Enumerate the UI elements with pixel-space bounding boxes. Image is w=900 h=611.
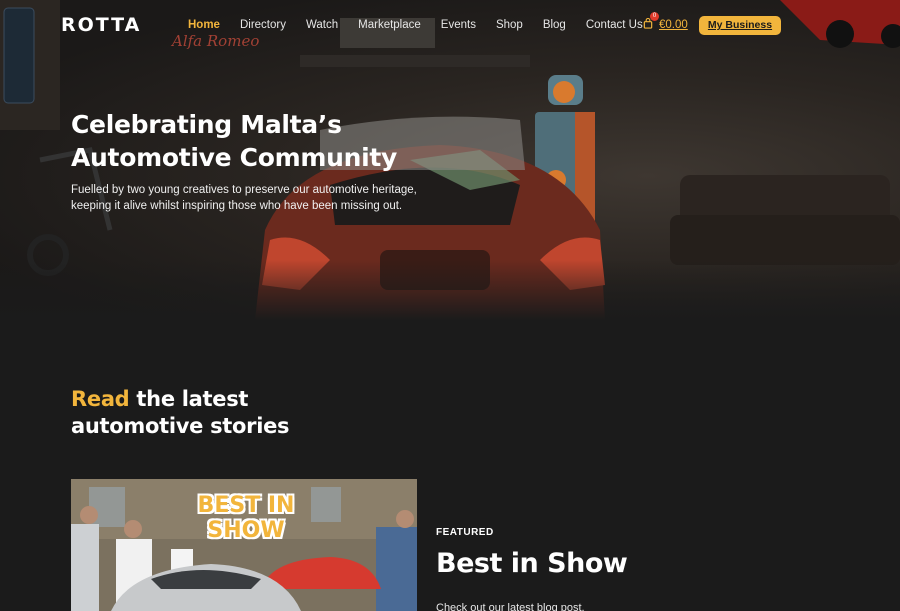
featured-label: FEATURED — [436, 527, 494, 538]
featured-post-excerpt: Check out our latest blog post. — [436, 602, 585, 611]
nav-item-events[interactable]: Events — [441, 19, 476, 31]
top-navigation: ROTTA Home Directory Watch Marketplace E… — [0, 0, 900, 52]
hero-subtitle: Fuelled by two young creatives to preser… — [71, 184, 417, 212]
main-menu: Home Directory Watch Marketplace Events … — [188, 19, 663, 31]
section-title-accent: Read — [71, 387, 130, 411]
nav-item-blog[interactable]: Blog — [543, 19, 566, 31]
section-title: Read the latest automotive stories — [71, 386, 371, 440]
site-logo[interactable]: ROTTA — [61, 14, 141, 36]
nav-item-home[interactable]: Home — [188, 19, 220, 31]
cart-total[interactable]: €0.00 — [659, 19, 688, 31]
featured-post-image[interactable]: BEST IN SHOW — [71, 479, 417, 611]
nav-item-shop[interactable]: Shop — [496, 19, 523, 31]
featured-post-title[interactable]: Best in Show — [436, 548, 628, 579]
nav-item-directory[interactable]: Directory — [240, 19, 286, 31]
section-title-part: the latest — [129, 387, 249, 411]
nav-item-contact-us[interactable]: Contact Us — [586, 19, 643, 31]
section-title-part-2: automotive stories — [71, 414, 290, 438]
cart-count-badge: 0 — [650, 12, 659, 21]
nav-item-watch[interactable]: Watch — [306, 19, 338, 31]
my-business-button[interactable]: My Business — [699, 16, 781, 35]
hero-fade-overlay — [0, 260, 900, 320]
best-in-show-graphic: BEST IN SHOW — [197, 493, 295, 543]
nav-item-marketplace[interactable]: Marketplace — [358, 19, 421, 31]
hero-title: Celebrating Malta’s Automotive Community — [71, 110, 398, 172]
